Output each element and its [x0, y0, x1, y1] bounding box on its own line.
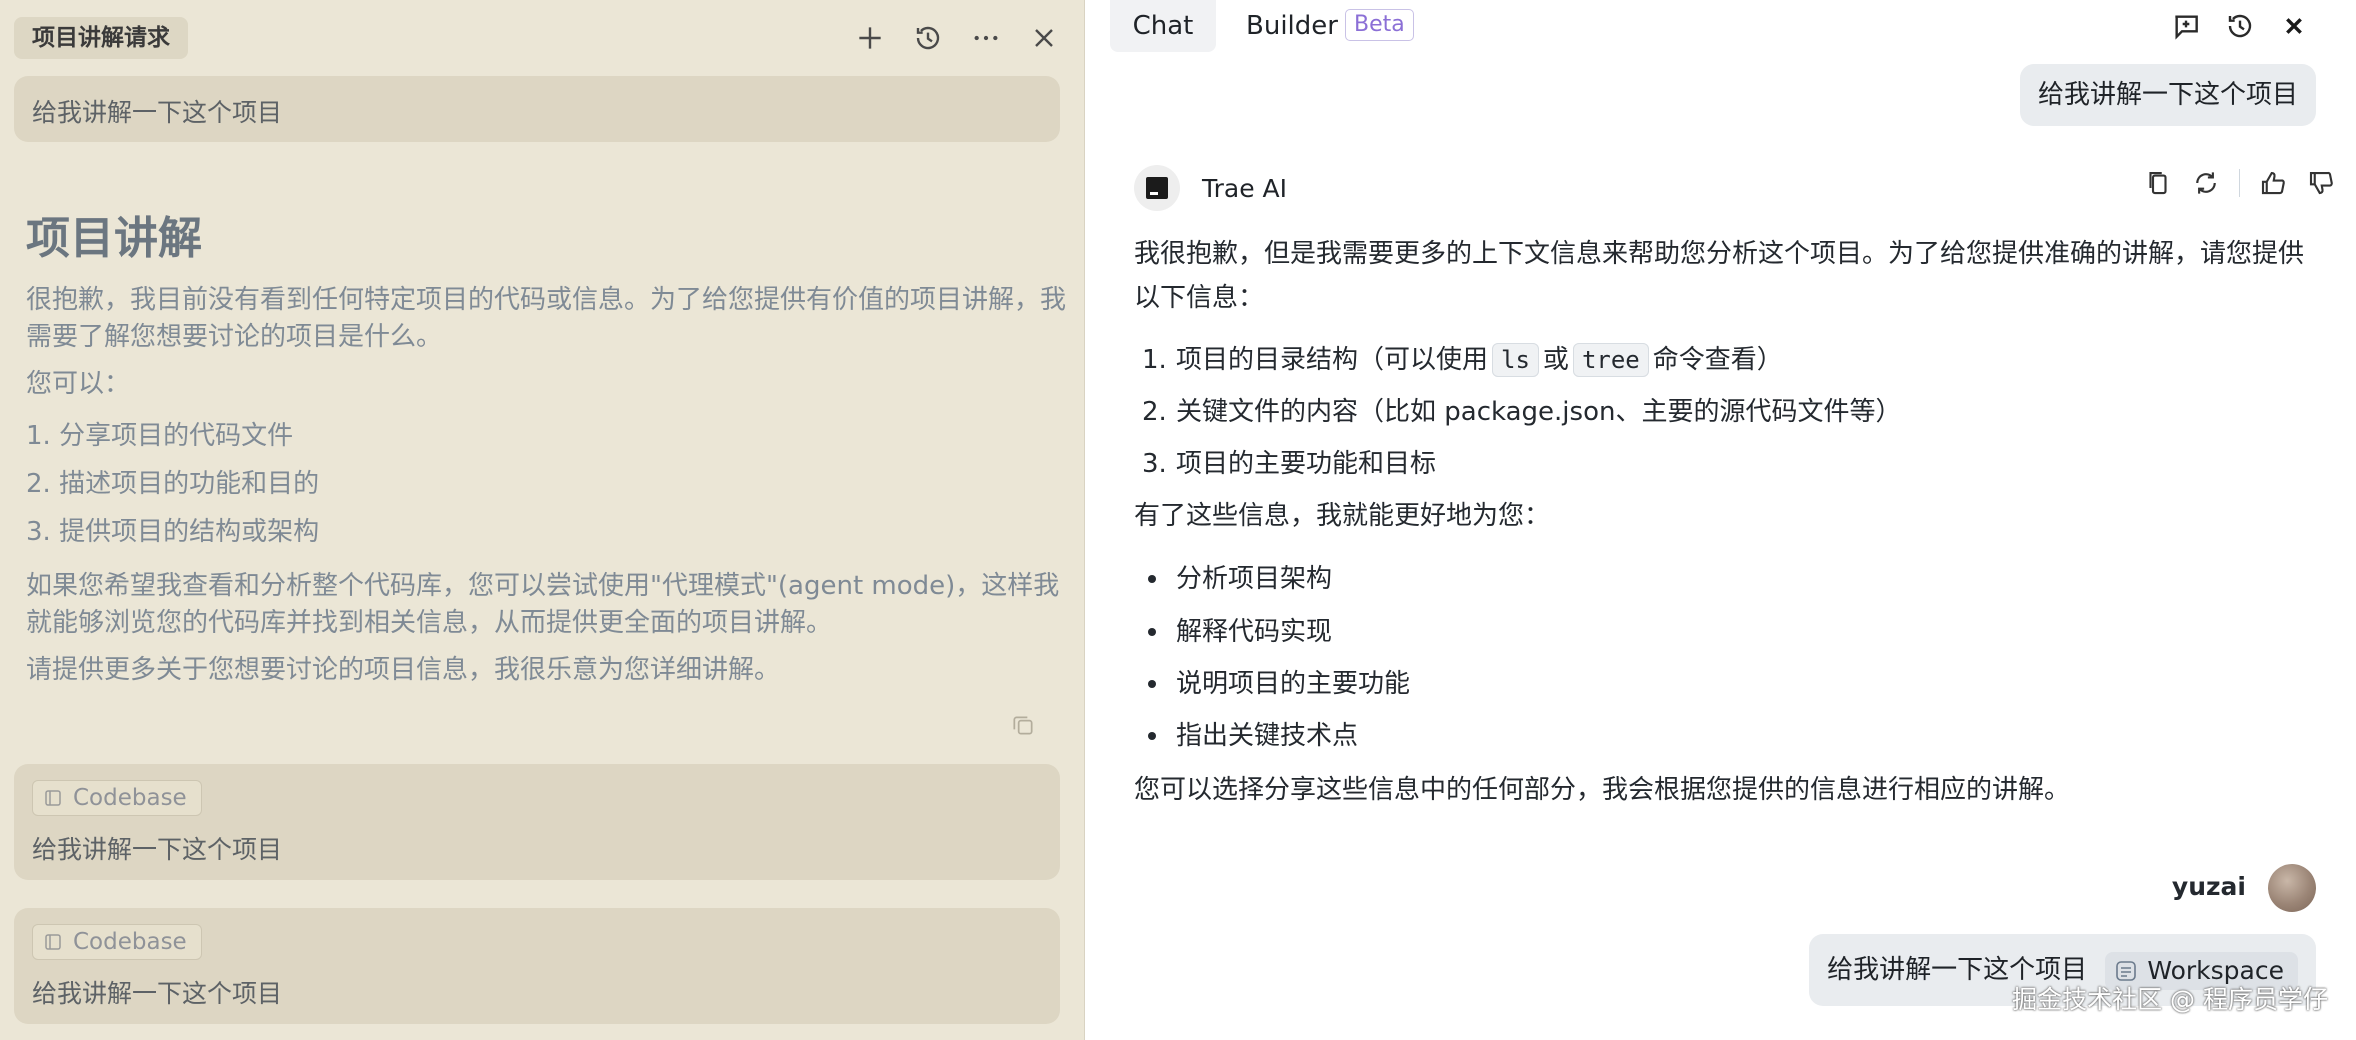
regenerate-icon[interactable] — [2191, 168, 2221, 198]
ai-paragraph: 您可以选择分享这些信息中的任何部分，我会根据您提供的信息进行相应的讲解。 — [1134, 775, 2071, 805]
chip-label: Codebase — [73, 785, 187, 811]
close-button[interactable] — [2272, 4, 2316, 48]
user-message-card[interactable]: Codebase 给我讲解一下这个项目 — [14, 764, 1060, 880]
response-paragraph: 如果您希望我查看和分析整个代码库，您可以尝试使用"代理模式"(agent mod… — [26, 571, 1060, 638]
inline-code: ls — [1492, 343, 1539, 377]
beta-badge: Beta — [1345, 9, 1414, 41]
right-chat-panel: Chat Builder Beta 给我讲解一下这个项目 Trae AI 我很抱… — [1086, 0, 2356, 1040]
ai-name: Trae AI — [1202, 173, 1287, 203]
new-chat-button[interactable] — [2164, 4, 2208, 48]
user-message-card[interactable]: 给我讲解一下这个项目 — [14, 76, 1060, 142]
user-message-text: 给我讲解一下这个项目 — [32, 979, 283, 1008]
list-item: 项目的目录结构（可以使用 ls 或 tree 命令查看） — [1176, 338, 1783, 382]
list-number: 3. — [1142, 449, 1167, 479]
tab-chat[interactable]: Chat — [1110, 0, 1216, 52]
codebase-chip[interactable]: Codebase — [32, 924, 202, 960]
codebase-chip[interactable]: Codebase — [32, 780, 202, 816]
list-item: 指出关键技术点 — [1176, 721, 1359, 751]
more-button[interactable] — [964, 16, 1008, 60]
history-icon — [2228, 14, 2252, 38]
user-message-text: 给我讲解一下这个项目 — [32, 835, 283, 864]
avatar[interactable] — [2268, 864, 2316, 912]
history-button[interactable] — [906, 16, 950, 60]
new-chat-icon — [2175, 15, 2198, 40]
ai-paragraph: 我很抱歉，但是我需要更多的上下文信息来帮助您分析这个项目。为了给您提供准确的讲解… — [1134, 239, 2305, 313]
list-text: 项目的目录结构（可以使用 — [1176, 345, 1489, 375]
close-icon — [1035, 29, 1053, 47]
list-item: 2. 描述项目的功能和目的 — [26, 469, 320, 499]
response-paragraph: 您可以： — [26, 369, 131, 399]
list-item: 3. 提供项目的结构或架构 — [26, 517, 320, 547]
ai-paragraph: 有了这些信息，我就能更好地为您： — [1134, 501, 1551, 531]
user-message-card[interactable]: Codebase 给我讲解一下这个项目 — [14, 908, 1060, 1024]
close-panel-button[interactable] — [1022, 16, 1066, 60]
left-chat-panel: 项目讲解请求 给我讲解一下这个项目 项目讲解 很抱歉，我目前没有看到任何特定项目… — [0, 0, 1085, 1040]
left-toolbar — [848, 16, 1066, 60]
user-message-bubble[interactable]: 给我讲解一下这个项目 — [2019, 64, 2316, 126]
right-toolbar — [2164, 4, 2316, 48]
top-bar: Chat Builder Beta — [1086, 0, 2356, 54]
list-item: 项目的主要功能和目标 — [1176, 449, 1437, 479]
bullet — [1148, 732, 1156, 740]
list-number: 1. — [1142, 345, 1167, 375]
workspace-icon — [2116, 960, 2137, 981]
copy-icon[interactable] — [2143, 168, 2173, 198]
divider — [2239, 169, 2240, 197]
ai-header: Trae AI — [1134, 164, 1287, 212]
list-text: 命令查看） — [1652, 345, 1783, 375]
user-message-text: 给我讲解一下这个项目 — [32, 98, 283, 127]
conversation-title: 项目讲解请求 — [14, 17, 188, 59]
list-item: 说明项目的主要功能 — [1176, 669, 1411, 699]
bullet — [1148, 628, 1156, 636]
inline-code: tree — [1572, 343, 1649, 377]
list-item: 分析项目架构 — [1176, 564, 1333, 594]
book-icon — [45, 790, 61, 806]
history-button[interactable] — [2218, 4, 2262, 48]
close-icon — [2286, 18, 2302, 34]
user-name: yuzai — [2171, 872, 2246, 901]
list-text: 或 — [1542, 345, 1569, 375]
bullet — [1148, 575, 1156, 583]
thumbs-down-icon[interactable] — [2306, 168, 2336, 198]
new-chat-button[interactable] — [848, 16, 892, 60]
copy-icon — [1013, 716, 1033, 735]
chip-label: Codebase — [73, 929, 187, 955]
ai-avatar — [1134, 165, 1180, 211]
response-paragraph: 请提供更多关于您想要讨论的项目信息，我很乐意为您详细讲解。 — [26, 655, 781, 685]
history-icon — [916, 26, 940, 50]
more-icon — [974, 35, 998, 41]
bullet — [1148, 680, 1156, 688]
thumbs-up-icon[interactable] — [2258, 168, 2288, 198]
plus-icon — [859, 27, 881, 49]
response-paragraph: 很抱歉，我目前没有看到任何特定项目的代码或信息。为了给您提供有价值的项目讲解，我… — [26, 285, 1067, 352]
book-icon — [45, 934, 61, 950]
tab-builder[interactable]: Builder — [1246, 0, 1338, 52]
watermark: 掘金技术社区 @ 程序员学仔 — [2012, 985, 2328, 1014]
list-item: 解释代码实现 — [1176, 617, 1333, 647]
copy-button[interactable] — [1010, 712, 1036, 738]
message-actions — [2143, 168, 2336, 198]
list-number: 2. — [1142, 397, 1167, 427]
response-heading: 项目讲解 — [26, 213, 202, 264]
list-item: 关键文件的内容（比如 package.json、主要的源代码文件等） — [1176, 397, 1902, 427]
list-item: 1. 分享项目的代码文件 — [26, 421, 294, 451]
